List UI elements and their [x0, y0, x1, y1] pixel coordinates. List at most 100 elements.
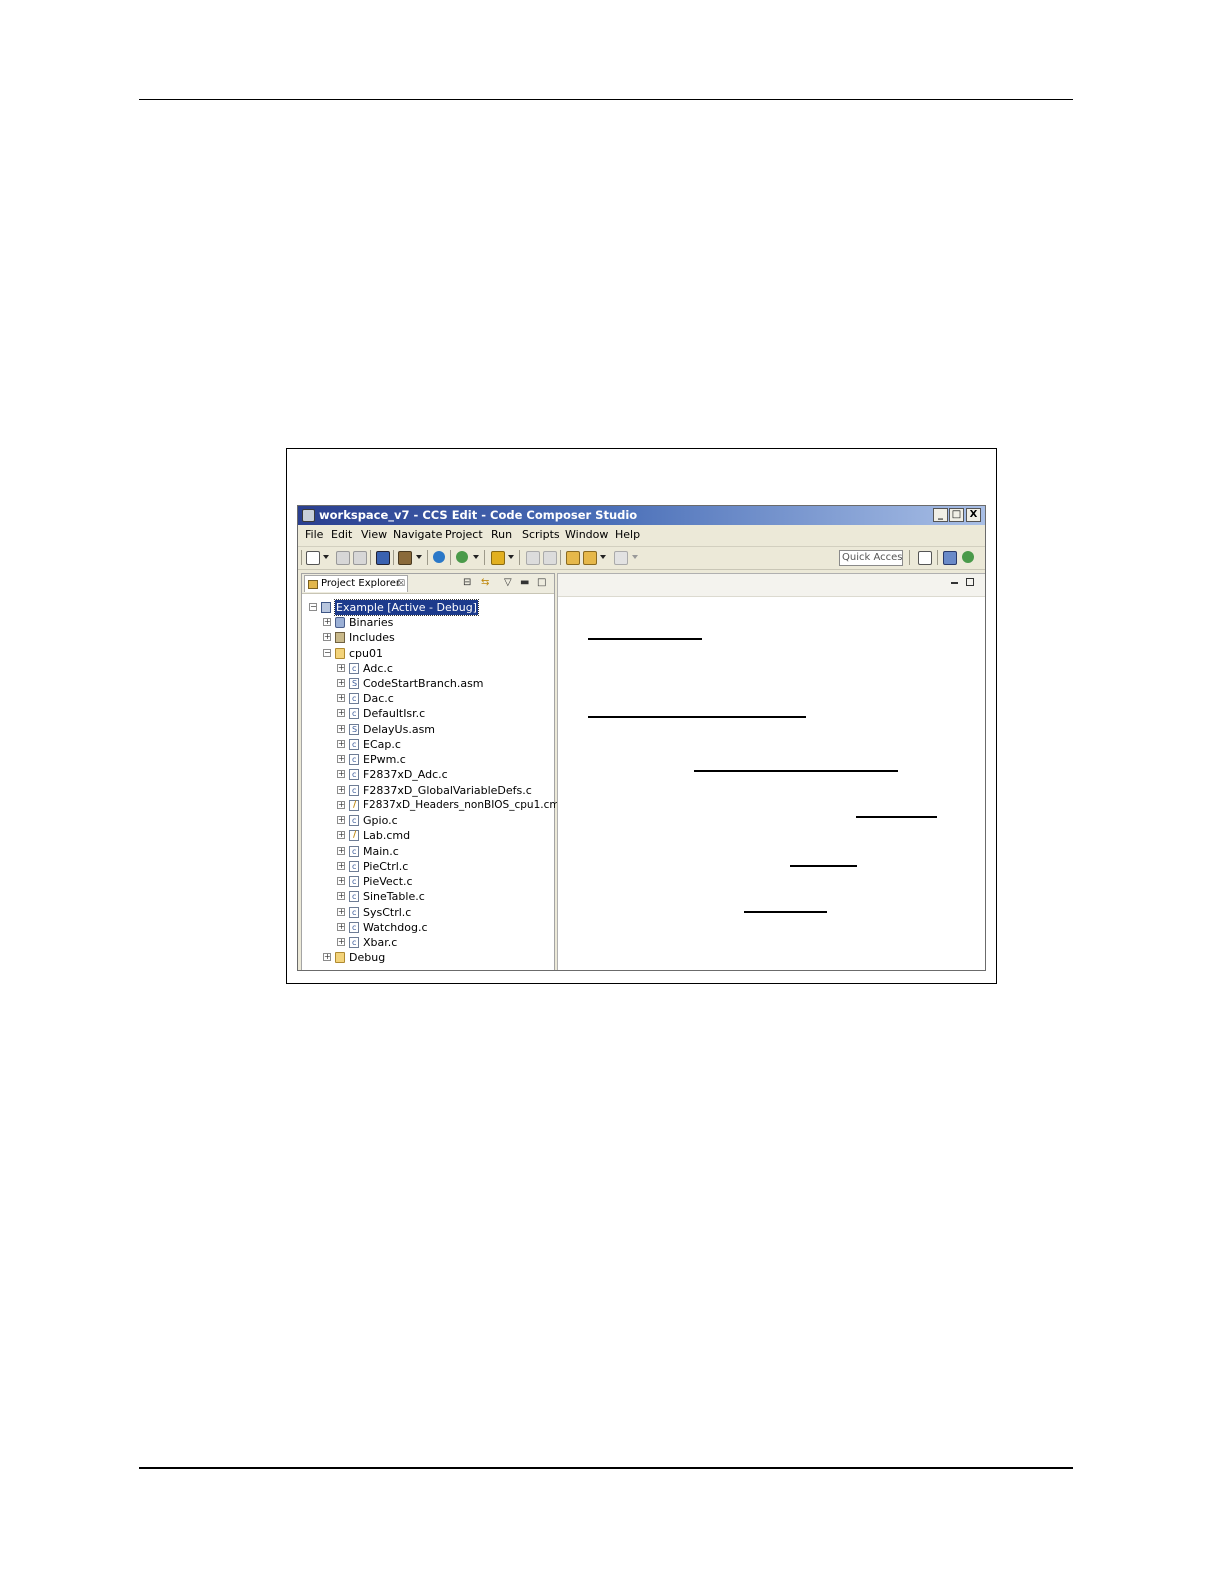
flash-icon[interactable] [491, 551, 505, 565]
expand-icon[interactable]: + [337, 908, 345, 916]
tree-item-file[interactable]: + F2837xD_GlobalVariableDefs.c [302, 783, 552, 798]
collapse-all-icon[interactable]: ⊟ [463, 578, 471, 588]
menu-scripts[interactable]: Scripts [522, 528, 560, 541]
expand-icon[interactable]: + [337, 816, 345, 824]
tree-item-file[interactable]: + Main.c [302, 844, 552, 859]
close-button[interactable]: X [966, 508, 981, 522]
view-menu-icon[interactable]: ▽ [504, 578, 512, 588]
menu-edit[interactable]: Edit [331, 528, 352, 541]
back-dropdown-icon[interactable] [600, 555, 606, 559]
flash-dropdown-icon[interactable] [508, 555, 514, 559]
tab-project-explorer[interactable]: Project Explorer ☒ [304, 575, 408, 592]
menu-navigate[interactable]: Navigate [393, 528, 442, 541]
build-dropdown-icon[interactable] [416, 555, 422, 559]
tree-item-file[interactable]: + DelayUs.asm [302, 722, 552, 737]
expand-icon[interactable]: + [337, 892, 345, 900]
tree-item-debug[interactable]: + Debug [302, 950, 552, 965]
tree-item-file[interactable]: + Adc.c [302, 661, 552, 676]
next-annotation-icon[interactable] [543, 551, 557, 565]
expand-icon[interactable]: + [337, 786, 345, 794]
close-tab-icon[interactable]: ☒ [397, 576, 405, 592]
expand-icon[interactable]: + [337, 770, 345, 778]
menu-file[interactable]: File [305, 528, 323, 541]
tree-item-file[interactable]: + Gpio.c [302, 813, 552, 828]
link-icon[interactable] [433, 551, 445, 563]
new-dropdown-icon[interactable] [323, 555, 329, 559]
tree-item-label: F2837xD_Adc.c [363, 768, 448, 781]
expand-icon[interactable]: + [323, 618, 331, 626]
menu-bar: File Edit View Navigate Project Run Scri… [298, 526, 985, 544]
debug-bug-icon[interactable] [456, 551, 468, 563]
title-bar[interactable]: workspace_v7 - CCS Edit - Code Composer … [298, 506, 985, 525]
open-terminal-icon[interactable] [376, 551, 390, 565]
quick-access-input[interactable]: Quick Access [839, 550, 903, 566]
expand-icon[interactable]: + [337, 923, 345, 931]
debug-dropdown-icon[interactable] [473, 555, 479, 559]
forward-dropdown-icon[interactable] [632, 555, 638, 559]
expand-icon[interactable]: + [323, 953, 331, 961]
back-arrow-icon[interactable] [583, 551, 597, 565]
tree-item-file[interactable]: + PieVect.c [302, 874, 552, 889]
tree-item-cpu01[interactable]: − cpu01 [302, 646, 552, 661]
expand-icon[interactable]: + [337, 694, 345, 702]
ccs-debug-perspective-icon[interactable] [962, 551, 974, 563]
tree-item-file[interactable]: + Dac.c [302, 691, 552, 706]
tree-item-includes[interactable]: + Includes [302, 630, 552, 645]
tree-item-file[interactable]: + ECap.c [302, 737, 552, 752]
open-perspective-icon[interactable] [918, 551, 932, 565]
expand-icon[interactable]: + [337, 847, 345, 855]
tree-item-file[interactable]: + SineTable.c [302, 889, 552, 904]
expand-icon[interactable]: + [337, 725, 345, 733]
tree-item-file[interactable]: + DefaultIsr.c [302, 706, 552, 721]
expand-icon[interactable]: + [337, 831, 345, 839]
expand-icon[interactable]: + [323, 633, 331, 641]
save-icon[interactable] [336, 551, 350, 565]
ccs-edit-perspective-icon[interactable] [943, 551, 957, 565]
tree-item-file[interactable]: + Watchdog.c [302, 920, 552, 935]
tree-item-file[interactable]: + F2837xD_Headers_nonBIOS_cpu1.cmd [302, 798, 566, 813]
menu-project[interactable]: Project [445, 528, 483, 541]
last-edit-icon[interactable] [566, 551, 580, 565]
expand-icon[interactable]: + [337, 877, 345, 885]
expand-icon[interactable]: + [337, 801, 345, 809]
minimize-button[interactable]: _ [933, 508, 948, 522]
collapse-icon[interactable]: − [309, 603, 317, 611]
callout-line [588, 638, 702, 640]
menu-view[interactable]: View [361, 528, 387, 541]
tree-item-project[interactable]: − Example [Active - Debug] [302, 599, 552, 616]
link-with-editor-icon[interactable]: ⇆ [481, 578, 489, 588]
maximize-button[interactable]: □ [949, 508, 964, 522]
expand-icon[interactable]: + [337, 755, 345, 763]
toolbar-separator [450, 550, 451, 565]
tree-item-file[interactable]: + SysCtrl.c [302, 905, 552, 920]
expand-icon[interactable]: + [337, 679, 345, 687]
expand-icon[interactable]: + [337, 664, 345, 672]
tree-item-file[interactable]: + PieCtrl.c [302, 859, 552, 874]
minimize-view-icon[interactable]: ▬ [520, 578, 529, 588]
maximize-editor-icon[interactable] [966, 578, 974, 586]
c-file-icon [349, 874, 359, 889]
save-all-icon[interactable] [353, 551, 367, 565]
new-icon[interactable] [306, 551, 320, 565]
build-hammer-icon[interactable] [398, 551, 412, 565]
minimize-editor-icon[interactable] [951, 582, 958, 584]
tree-item-label: ECap.c [363, 738, 401, 751]
tree-item-binaries[interactable]: + Binaries [302, 615, 552, 630]
previous-annotation-icon[interactable] [526, 551, 540, 565]
expand-icon[interactable]: + [337, 709, 345, 717]
menu-run[interactable]: Run [491, 528, 512, 541]
collapse-icon[interactable]: − [323, 649, 331, 657]
expand-icon[interactable]: + [337, 740, 345, 748]
expand-icon[interactable]: + [337, 862, 345, 870]
maximize-view-icon[interactable]: □ [537, 578, 546, 588]
expand-icon[interactable]: + [337, 938, 345, 946]
menu-help[interactable]: Help [615, 528, 640, 541]
tree-item-label: SineTable.c [363, 890, 425, 903]
tree-item-file[interactable]: + Xbar.c [302, 935, 552, 950]
tree-item-file[interactable]: + EPwm.c [302, 752, 552, 767]
menu-window[interactable]: Window [565, 528, 608, 541]
forward-arrow-icon[interactable] [614, 551, 628, 565]
tree-item-file[interactable]: + CodeStartBranch.asm [302, 676, 552, 691]
tree-item-file[interactable]: + F2837xD_Adc.c [302, 767, 552, 782]
tree-item-file[interactable]: + Lab.cmd [302, 828, 552, 843]
